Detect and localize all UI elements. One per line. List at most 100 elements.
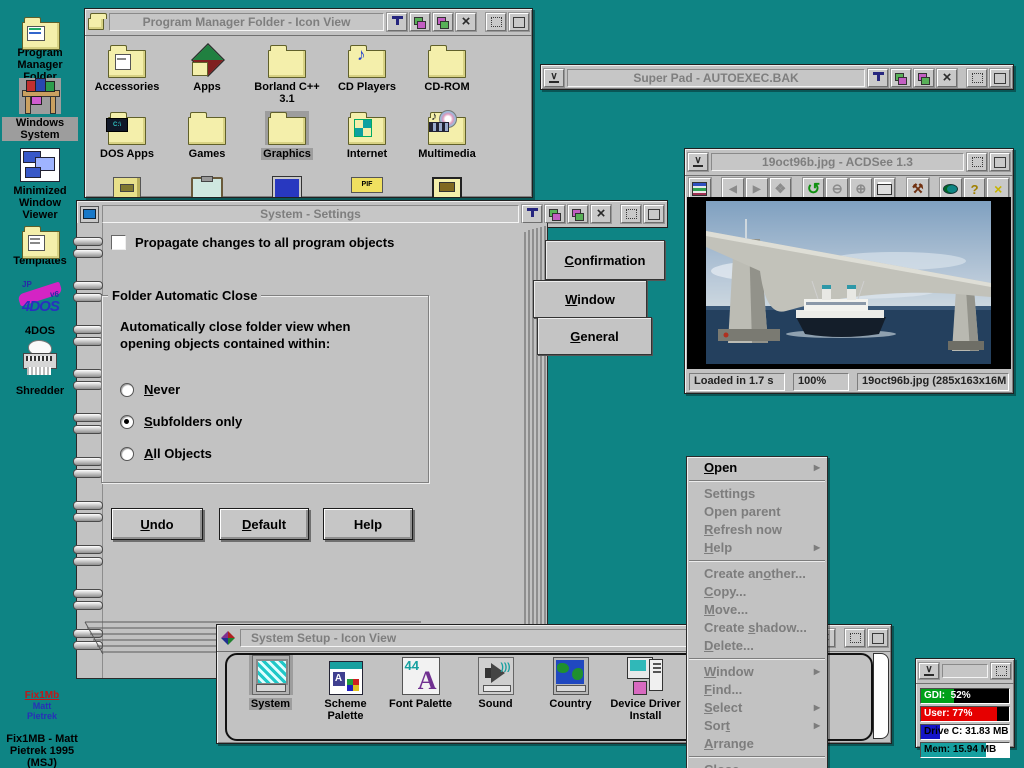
maximize-button[interactable]: [990, 153, 1010, 171]
close-button[interactable]: ×: [591, 205, 611, 223]
pm-icon-dos-apps[interactable]: C:\ DOS Apps: [87, 111, 167, 160]
pm-icon-multimedia[interactable]: ♪ Multimedia: [407, 111, 487, 160]
menu-item-sort[interactable]: Sort▶: [688, 717, 826, 735]
tab-confirmation[interactable]: Confirmation: [545, 240, 665, 280]
minimize-button[interactable]: [486, 13, 506, 31]
desktop-icon-shredder[interactable]: Shredder: [2, 340, 78, 397]
spiral-ring: [73, 425, 103, 434]
propagate-checkbox[interactable]: [111, 235, 126, 250]
pm-icon-graphics[interactable]: Graphics: [247, 111, 327, 160]
setup-icon-country[interactable]: Country: [533, 655, 608, 722]
desktop-icon-windows-system[interactable]: Windows System: [2, 78, 78, 141]
maximize-icon: [994, 157, 1006, 168]
spiral-ring: [73, 513, 103, 522]
radio-never[interactable]: [120, 383, 134, 397]
unroll-button[interactable]: ∨: [919, 663, 939, 679]
bring-front-button[interactable]: [914, 69, 934, 87]
setup-icon-sound[interactable]: ))) Sound: [458, 655, 533, 722]
minimize-button[interactable]: [967, 153, 987, 171]
minimize-button[interactable]: [845, 629, 865, 647]
minimized-window-viewer-icon: [20, 148, 60, 182]
menu-item-window[interactable]: Window▶: [688, 663, 826, 681]
radio-all-objects-row[interactable]: All Objects: [120, 446, 212, 461]
bring-front-button[interactable]: [433, 13, 453, 31]
pm-icon-partial-3[interactable]: [247, 177, 327, 198]
pm-icon-partial-1[interactable]: [87, 177, 167, 198]
maximize-button[interactable]: [644, 205, 664, 223]
menu-item-close[interactable]: Close: [688, 761, 826, 768]
radio-never-row[interactable]: Never: [120, 382, 180, 397]
maximize-button[interactable]: [868, 629, 888, 647]
pm-icon-partial-4[interactable]: PIF: [327, 177, 407, 198]
radio-subfolders-only[interactable]: [120, 415, 134, 429]
rollup-button[interactable]: [522, 205, 542, 223]
default-button[interactable]: Default: [219, 508, 309, 540]
desktop-icon-4dos[interactable]: JP v6 4DOS 4DOS: [2, 282, 78, 337]
menu-item-select[interactable]: Select▶: [688, 699, 826, 717]
menu-item-settings[interactable]: Settings: [688, 485, 826, 503]
minimize-button[interactable]: [991, 663, 1011, 679]
minimize-button[interactable]: [967, 69, 987, 87]
send-back-button[interactable]: [545, 205, 565, 223]
radio-subfolders-row[interactable]: Subfolders only: [120, 414, 242, 429]
menu-item-help[interactable]: Help▶: [688, 539, 826, 557]
setup-icon-font-palette[interactable]: 44 A Font Palette: [383, 655, 458, 722]
desktop-icon-fix1mb[interactable]: Fix1Mb Matt Pietrek Fix1MB - Matt Pietre…: [0, 690, 84, 768]
radio-all-objects[interactable]: [120, 447, 134, 461]
close-button[interactable]: ×: [937, 69, 957, 87]
propagate-checkbox-row[interactable]: Propagate changes to all program objects: [111, 235, 394, 250]
desktop-icon-minimized-window-viewer[interactable]: Minimized Window Viewer: [2, 148, 78, 221]
menu-item-arrange[interactable]: Arrange: [688, 735, 826, 753]
pm-icon-cd-players[interactable]: ♪ CD Players: [327, 44, 407, 105]
acdsee-titlebar[interactable]: ∨ 19oct96b.jpg - ACDSee 1.3: [685, 149, 1013, 176]
send-back-button[interactable]: [891, 69, 911, 87]
pm-icon-row-3: PIF: [87, 177, 487, 198]
maximize-button[interactable]: [990, 69, 1010, 87]
tab-general[interactable]: General: [537, 317, 652, 355]
user-bar: User: 77%: [920, 706, 1010, 722]
help-button[interactable]: Help: [323, 508, 413, 540]
menu-item-open[interactable]: Open▶: [688, 459, 826, 477]
undo-button[interactable]: Undo: [111, 508, 203, 540]
pm-titlebar[interactable]: Program Manager Folder - Icon View ×: [85, 9, 532, 36]
desktop-icon-program-manager-folder[interactable]: Program Manager Folder: [2, 8, 78, 83]
pm-icon-partial-5[interactable]: [407, 177, 487, 198]
pm-icon-apps[interactable]: Apps: [167, 44, 247, 105]
rollup-button[interactable]: [868, 69, 888, 87]
gdi-bar: GDI: 52%: [920, 688, 1010, 704]
pm-icon-internet[interactable]: Internet: [327, 111, 407, 160]
setup-icon-system[interactable]: System: [233, 655, 308, 722]
minimize-button[interactable]: [621, 205, 641, 223]
menu-item-open-parent[interactable]: Open parent: [688, 503, 826, 521]
pm-icon-games[interactable]: Games: [167, 111, 247, 160]
menu-item-refresh-now[interactable]: Refresh now: [688, 521, 826, 539]
rollup-button[interactable]: [387, 13, 407, 31]
menu-item-delete[interactable]: Delete...: [688, 637, 826, 655]
chevron-down-icon: ∨: [924, 666, 933, 676]
monitor-titlebar[interactable]: ∨: [916, 659, 1014, 684]
pm-icon-cdrom[interactable]: CD-ROM: [407, 44, 487, 105]
unroll-button[interactable]: ∨: [544, 69, 564, 87]
setup-icon-device-driver-install[interactable]: Device Driver Install: [608, 655, 683, 722]
spiral-ring: [73, 557, 103, 566]
desktop-icon-templates[interactable]: Templates: [2, 218, 78, 267]
menu-item-move[interactable]: Move...: [688, 601, 826, 619]
maximize-button[interactable]: [509, 13, 529, 31]
close-icon: ×: [462, 14, 471, 29]
menu-item-create-another[interactable]: Create another...: [688, 565, 826, 583]
superpad-titlebar[interactable]: ∨ Super Pad - AUTOEXEC.BAK ×: [541, 65, 1013, 91]
status-file-info: 19oct96b.jpg (285x163x16M jpeg): [857, 373, 1009, 391]
pm-icon-partial-2[interactable]: [167, 177, 247, 198]
bring-front-button[interactable]: [568, 205, 588, 223]
close-button[interactable]: ×: [456, 13, 476, 31]
rollup-button[interactable]: ∨: [688, 153, 708, 171]
tab-window[interactable]: Window: [533, 280, 647, 318]
setup-icon-scheme-palette[interactable]: A Scheme Palette: [308, 655, 383, 722]
menu-item-find[interactable]: Find...: [688, 681, 826, 699]
acdsee-window: ∨ 19oct96b.jpg - ACDSee 1.3 ◀ ▶ ❖ ↺ ⊖ ⊕ …: [684, 148, 1014, 394]
pm-icon-accessories[interactable]: Accessories: [87, 44, 167, 105]
pm-icon-borland[interactable]: Borland C++ 3.1: [247, 44, 327, 105]
menu-item-create-shadow[interactable]: Create shadow...: [688, 619, 826, 637]
menu-item-copy[interactable]: Copy...: [688, 583, 826, 601]
send-back-button[interactable]: [410, 13, 430, 31]
